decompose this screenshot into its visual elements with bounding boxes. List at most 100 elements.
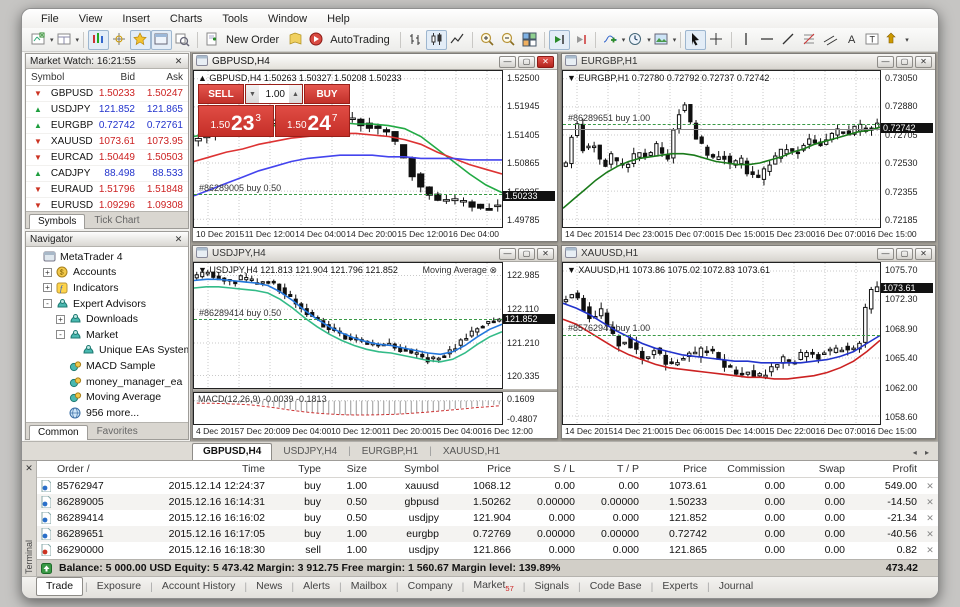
- market-watch-row-eurgbp[interactable]: ▲EURGBP0.727420.72761: [26, 118, 188, 134]
- chart-tab-eurgbp-h1[interactable]: EURGBP,H1: [351, 443, 430, 460]
- bottom-tab-trade[interactable]: Trade: [36, 577, 83, 596]
- navigator-item-moving-average[interactable]: Moving Average: [28, 389, 188, 405]
- close-icon[interactable]: ✕: [173, 56, 184, 67]
- profiles-icon-caret[interactable]: ▾: [76, 36, 80, 44]
- minimize-button[interactable]: —: [877, 248, 894, 260]
- bottom-tab-experts[interactable]: Experts: [653, 578, 707, 595]
- restore-button[interactable]: ▢: [896, 56, 913, 68]
- column-profit[interactable]: Profit: [850, 463, 922, 475]
- restore-button[interactable]: ▢: [518, 56, 535, 68]
- collapse-icon[interactable]: -: [56, 330, 65, 339]
- text-label-icon[interactable]: T: [862, 30, 883, 50]
- order-row-86290000[interactable]: 862900002015.12.16 16:18:30sell1.00usdjp…: [37, 542, 938, 558]
- close-order-icon[interactable]: ✕: [922, 545, 938, 556]
- bar-chart-mode-icon[interactable]: [405, 30, 426, 50]
- market-watch-row-euraud[interactable]: ▼EURAUD1.517961.51848: [26, 182, 188, 198]
- chart-title-bar[interactable]: GBPUSD,H4—▢✕: [193, 54, 557, 70]
- chart-tab-xauusd-h1[interactable]: XAUUSD,H1: [432, 443, 511, 460]
- minimize-button[interactable]: —: [499, 56, 516, 68]
- volume-decrease-icon[interactable]: ▼: [246, 85, 259, 103]
- metaeditor-icon[interactable]: [285, 30, 306, 50]
- market-watch-row-eurusd[interactable]: ▼EURUSD1.092961.09308: [26, 198, 188, 211]
- chart-window-eurgbp-h1[interactable]: EURGBP,H1—▢✕▼ EURGBP,H1 0.72780 0.72792 …: [561, 53, 936, 242]
- navigator-item-metatrader-4[interactable]: MetaTrader 4: [28, 249, 188, 265]
- market-watch-row-gbpusd[interactable]: ▼GBPUSD1.502331.50247: [26, 86, 188, 102]
- chart-tab-gbpusd-h4[interactable]: GBPUSD,H4: [192, 443, 272, 460]
- chart-title-bar[interactable]: USDJPY,H4—▢✕: [193, 246, 557, 262]
- candlestick-mode-icon[interactable]: [426, 30, 447, 50]
- collapse-icon[interactable]: -: [43, 299, 52, 308]
- expand-icon[interactable]: +: [56, 315, 65, 324]
- tab-tick-chart[interactable]: Tick Chart: [85, 213, 148, 228]
- sell-price[interactable]: 1.50233: [198, 105, 274, 137]
- chart-window-gbpusd-h4[interactable]: GBPUSD,H4—▢✕▲ GBPUSD,H4 1.50263 1.50327 …: [192, 53, 558, 242]
- bottom-tab-code-base[interactable]: Code Base: [581, 578, 651, 595]
- volume-increase-icon[interactable]: ▲: [289, 85, 302, 103]
- text-icon[interactable]: A: [841, 30, 862, 50]
- indicator-remove-icon[interactable]: ⊗: [489, 265, 497, 275]
- restore-button[interactable]: ▢: [896, 248, 913, 260]
- bottom-tab-company[interactable]: Company: [399, 578, 462, 595]
- chart-window-usdjpy-h4[interactable]: USDJPY,H4—▢✕▼ USDJPY,H4 121.813 121.904 …: [192, 245, 558, 439]
- navigator-item-expert-advisors[interactable]: -Expert Advisors: [28, 296, 188, 312]
- bottom-tab-exposure[interactable]: Exposure: [88, 578, 150, 595]
- market-watch-icon[interactable]: [88, 30, 109, 50]
- new-chart-icon[interactable]: [28, 30, 49, 50]
- column-type[interactable]: Type: [270, 463, 326, 475]
- crosshair-icon[interactable]: [706, 30, 727, 50]
- chart-window-xauusd-h1[interactable]: XAUUSD,H1—▢✕▼ XAUUSD,H1 1073.86 1075.02 …: [561, 245, 936, 439]
- bottom-tab-mailbox[interactable]: Mailbox: [342, 578, 396, 595]
- indicators-icon[interactable]: [600, 30, 621, 50]
- column-tp[interactable]: T / P: [580, 463, 644, 475]
- new-chart-icon-caret[interactable]: ▾: [50, 36, 54, 44]
- chart-plot[interactable]: ▼ USDJPY,H4 121.813 121.904 121.796 121.…: [193, 262, 502, 389]
- close-order-icon[interactable]: ✕: [922, 481, 938, 492]
- tab-common[interactable]: Common: [29, 425, 88, 440]
- autotrading-icon[interactable]: [306, 30, 327, 50]
- navigator-icon[interactable]: [130, 30, 151, 50]
- menu-insert[interactable]: Insert: [113, 11, 159, 27]
- navigator-item-market[interactable]: -Market: [28, 327, 188, 343]
- minimize-button[interactable]: —: [499, 248, 516, 260]
- tab-symbols[interactable]: Symbols: [29, 214, 85, 229]
- bottom-tab-signals[interactable]: Signals: [526, 578, 578, 595]
- menu-charts[interactable]: Charts: [161, 11, 211, 27]
- bottom-tab-market[interactable]: Market57: [464, 577, 522, 596]
- order-row-86289651[interactable]: 862896512015.12.16 16:17:05buy1.00eurgbp…: [37, 526, 938, 542]
- menu-view[interactable]: View: [70, 11, 112, 27]
- bottom-tab-account-history[interactable]: Account History: [153, 578, 245, 595]
- bottom-tab-alerts[interactable]: Alerts: [294, 578, 339, 595]
- zoom-in-icon[interactable]: [477, 30, 498, 50]
- market-watch-row-eurcad[interactable]: ▼EURCAD1.504491.50503: [26, 150, 188, 166]
- close-order-icon[interactable]: ✕: [922, 529, 938, 540]
- tab-scroll-arrows[interactable]: ◂ ▸: [909, 448, 936, 460]
- column-order[interactable]: Order /: [55, 463, 127, 475]
- chart-title-bar[interactable]: EURGBP,H1—▢✕: [562, 54, 935, 70]
- bottom-tab-journal[interactable]: Journal: [710, 578, 762, 595]
- column-price[interactable]: Price: [444, 463, 516, 475]
- menu-help[interactable]: Help: [318, 11, 359, 27]
- navigator-item-accounts[interactable]: +$Accounts: [28, 265, 188, 281]
- chart-plot[interactable]: ▼ XAUUSD,H1 1073.86 1075.02 1072.83 1073…: [562, 262, 880, 425]
- column-price[interactable]: Price: [644, 463, 712, 475]
- expand-icon[interactable]: +: [43, 268, 52, 277]
- menu-window[interactable]: Window: [259, 11, 316, 27]
- volume-stepper[interactable]: ▼1.00▲: [245, 84, 303, 104]
- column-time[interactable]: Time: [127, 463, 270, 475]
- macd-plot[interactable]: MACD(12,26,9) -0.0039 -0.1813: [193, 392, 502, 425]
- strategy-tester-icon[interactable]: [172, 30, 193, 50]
- menu-file[interactable]: File: [32, 11, 68, 27]
- close-order-icon[interactable]: ✕: [922, 513, 938, 524]
- chart-tab-usdjpy-h4[interactable]: USDJPY,H4: [272, 443, 348, 460]
- sell-button[interactable]: SELL: [198, 84, 244, 104]
- trendline-icon[interactable]: [778, 30, 799, 50]
- column-swap[interactable]: Swap: [790, 463, 850, 475]
- horizontal-line-icon[interactable]: [757, 30, 778, 50]
- terminal-icon[interactable]: [151, 30, 172, 50]
- auto-scroll-icon[interactable]: [549, 30, 570, 50]
- market-watch-row-xauusd[interactable]: ▼XAUUSD1073.611073.95: [26, 134, 188, 150]
- column-commission[interactable]: Commission: [712, 463, 790, 475]
- close-order-icon[interactable]: ✕: [922, 497, 938, 508]
- restore-button[interactable]: ▢: [518, 248, 535, 260]
- chart-plot[interactable]: ▲ GBPUSD,H4 1.50263 1.50327 1.50208 1.50…: [193, 70, 502, 228]
